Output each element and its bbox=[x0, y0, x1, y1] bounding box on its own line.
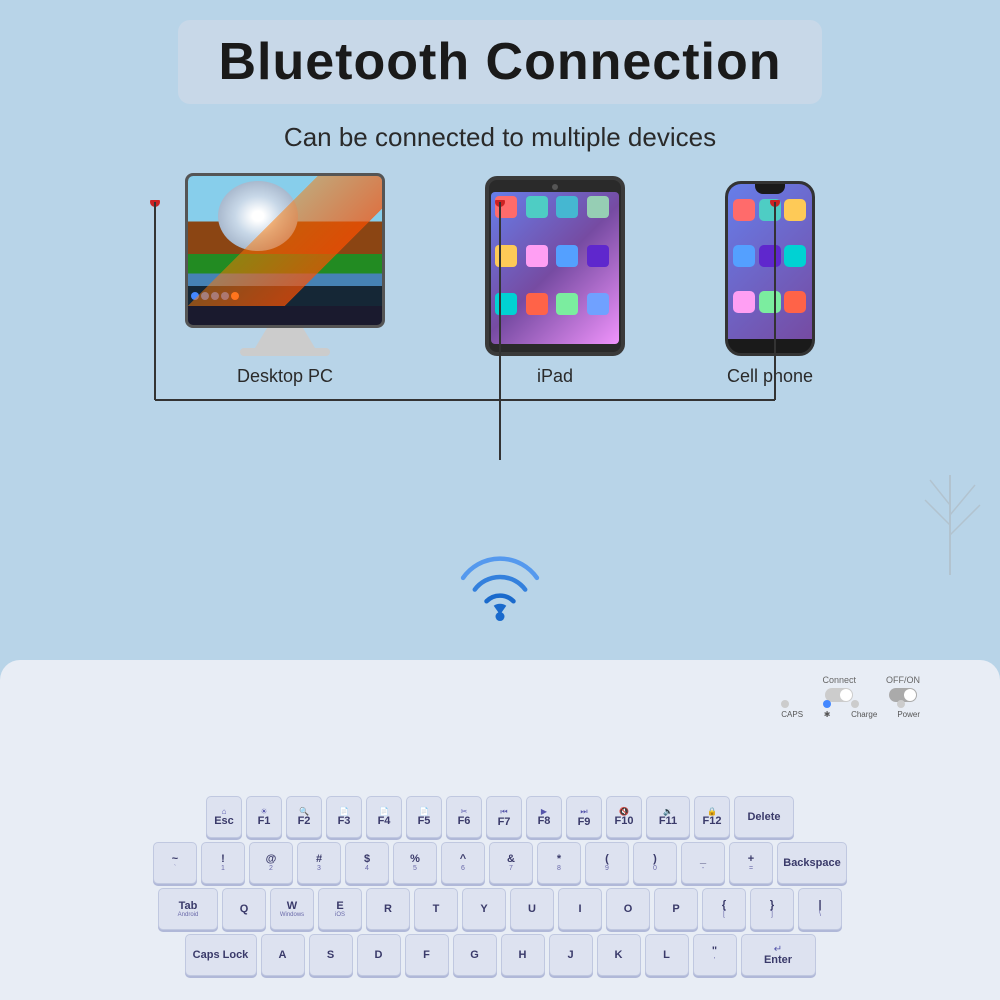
key-delete[interactable]: Delete bbox=[734, 796, 794, 838]
key-2[interactable]: @2 bbox=[249, 842, 293, 884]
monitor bbox=[185, 173, 385, 328]
key-f8[interactable]: ▶F8 bbox=[526, 796, 562, 838]
device-desktop: Desktop PC bbox=[185, 173, 385, 397]
key-p[interactable]: P bbox=[654, 888, 698, 930]
monitor-base bbox=[240, 348, 330, 356]
phone-label: Cell phone bbox=[727, 366, 813, 387]
key-6[interactable]: ^6 bbox=[441, 842, 485, 884]
key-f1[interactable]: ☀F1 bbox=[246, 796, 282, 838]
key-u[interactable]: U bbox=[510, 888, 554, 930]
decorative-branch bbox=[910, 455, 990, 580]
key-q[interactable]: Q bbox=[222, 888, 266, 930]
key-enter[interactable]: ↵Enter bbox=[741, 934, 816, 976]
key-f5[interactable]: 📄F5 bbox=[406, 796, 442, 838]
power-label: Power bbox=[897, 710, 920, 719]
key-f9[interactable]: ⏭F9 bbox=[566, 796, 602, 838]
key-h[interactable]: H bbox=[501, 934, 545, 976]
ipad-camera bbox=[552, 184, 558, 190]
keyboard-indicators: Connect OFF/ON bbox=[822, 675, 920, 702]
connect-indicator: Connect bbox=[822, 675, 856, 702]
bt-led: ✱ bbox=[823, 700, 831, 719]
offon-label: OFF/ON bbox=[886, 675, 920, 685]
bt-label: ✱ bbox=[824, 710, 831, 719]
key-f12[interactable]: 🔒F12 bbox=[694, 796, 730, 838]
ipad-label: iPad bbox=[537, 366, 573, 387]
num-row: ~` !1 @2 #3 $4 %5 ^6 &7 *8 (9 )0 _- += B… bbox=[25, 842, 975, 884]
caps-led: CAPS bbox=[781, 700, 803, 719]
key-f2[interactable]: 🔍F2 bbox=[286, 796, 322, 838]
keyboard-section: Connect OFF/ON CAPS ✱ Charge Power ⌂ bbox=[0, 660, 1000, 1000]
asdf-row: Caps Lock A S D F G H J K L "' ↵Enter bbox=[25, 934, 975, 976]
key-j[interactable]: J bbox=[549, 934, 593, 976]
key-tilde[interactable]: ~` bbox=[153, 842, 197, 884]
page-subtitle: Can be connected to multiple devices bbox=[284, 122, 716, 153]
phone-screen bbox=[728, 184, 812, 339]
key-d[interactable]: D bbox=[357, 934, 401, 976]
key-y[interactable]: Y bbox=[462, 888, 506, 930]
page-title: Bluetooth Connection bbox=[218, 32, 781, 92]
wifi-icon bbox=[455, 555, 545, 630]
qwerty-row: TabAndroid Q WWindows EiOS R T Y U I O P… bbox=[25, 888, 975, 930]
key-backslash[interactable]: |\ bbox=[798, 888, 842, 930]
key-f7[interactable]: ⏮F7 bbox=[486, 796, 522, 838]
key-3[interactable]: #3 bbox=[297, 842, 341, 884]
key-5[interactable]: %5 bbox=[393, 842, 437, 884]
key-esc[interactable]: ⌂Esc bbox=[206, 796, 242, 838]
device-ipad: iPad bbox=[485, 176, 625, 397]
key-0[interactable]: )0 bbox=[633, 842, 677, 884]
key-o[interactable]: O bbox=[606, 888, 650, 930]
key-l[interactable]: L bbox=[645, 934, 689, 976]
title-banner: Bluetooth Connection bbox=[178, 20, 821, 104]
key-f[interactable]: F bbox=[405, 934, 449, 976]
offon-indicator: OFF/ON bbox=[886, 675, 920, 702]
key-1[interactable]: !1 bbox=[201, 842, 245, 884]
key-4[interactable]: $4 bbox=[345, 842, 389, 884]
phone-notch bbox=[755, 184, 785, 194]
key-k[interactable]: K bbox=[597, 934, 641, 976]
fn-row: ⌂Esc ☀F1 🔍F2 📄F3 📄F4 📄F5 ✂F6 ⏮F7 ▶F8 ⏭F9… bbox=[25, 796, 975, 838]
devices-row: Desktop PC iPad bbox=[100, 173, 900, 407]
top-section: Bluetooth Connection Can be connected to… bbox=[0, 0, 1000, 660]
charge-led: Charge bbox=[851, 700, 877, 719]
monitor-screen bbox=[188, 176, 382, 306]
key-minus[interactable]: _- bbox=[681, 842, 725, 884]
taskbar bbox=[188, 286, 382, 306]
phone bbox=[725, 181, 815, 356]
key-rbracket[interactable]: }] bbox=[750, 888, 794, 930]
key-f6[interactable]: ✂F6 bbox=[446, 796, 482, 838]
key-backspace[interactable]: Backspace bbox=[777, 842, 847, 884]
monitor-stand bbox=[255, 328, 315, 348]
keyboard-body: ⌂Esc ☀F1 🔍F2 📄F3 📄F4 📄F5 ✂F6 ⏮F7 ▶F8 ⏭F9… bbox=[10, 786, 990, 990]
charge-label: Charge bbox=[851, 710, 877, 719]
key-a[interactable]: A bbox=[261, 934, 305, 976]
key-8[interactable]: *8 bbox=[537, 842, 581, 884]
key-equals[interactable]: += bbox=[729, 842, 773, 884]
key-f3[interactable]: 📄F3 bbox=[326, 796, 362, 838]
key-9[interactable]: (9 bbox=[585, 842, 629, 884]
key-i[interactable]: I bbox=[558, 888, 602, 930]
key-g[interactable]: G bbox=[453, 934, 497, 976]
key-e[interactable]: EiOS bbox=[318, 888, 362, 930]
ipad bbox=[485, 176, 625, 356]
key-f4[interactable]: 📄F4 bbox=[366, 796, 402, 838]
key-s[interactable]: S bbox=[309, 934, 353, 976]
key-f10[interactable]: 🔇F10 bbox=[606, 796, 642, 838]
device-phone: Cell phone bbox=[725, 181, 815, 397]
key-7[interactable]: &7 bbox=[489, 842, 533, 884]
key-t[interactable]: T bbox=[414, 888, 458, 930]
ipad-screen bbox=[491, 192, 619, 344]
key-tab[interactable]: TabAndroid bbox=[158, 888, 218, 930]
key-capslock[interactable]: Caps Lock bbox=[185, 934, 257, 976]
key-lbracket[interactable]: {[ bbox=[702, 888, 746, 930]
key-r[interactable]: R bbox=[366, 888, 410, 930]
power-led: Power bbox=[897, 700, 920, 719]
caps-label: CAPS bbox=[781, 710, 803, 719]
desktop-label: Desktop PC bbox=[237, 366, 333, 387]
key-f11[interactable]: 🔉F11 bbox=[646, 796, 690, 838]
connect-label: Connect bbox=[822, 675, 856, 685]
key-w[interactable]: WWindows bbox=[270, 888, 314, 930]
led-indicators: CAPS ✱ Charge Power bbox=[781, 700, 920, 719]
key-semicolon[interactable]: "' bbox=[693, 934, 737, 976]
